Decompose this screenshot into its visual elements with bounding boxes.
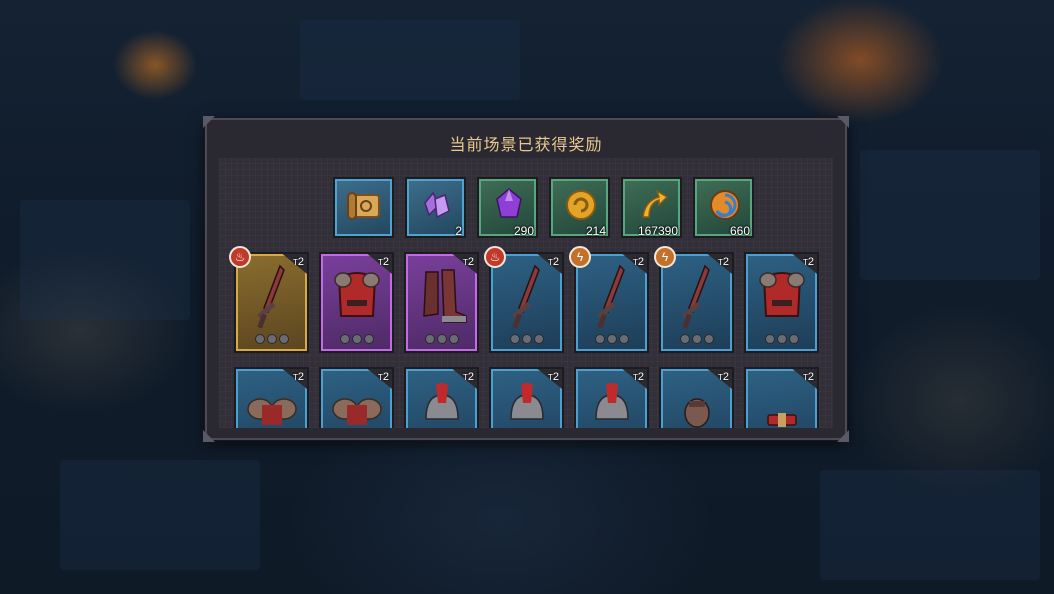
socket-slots [661, 334, 732, 347]
purple-crystal-cluster-icon [424, 191, 450, 219]
reward-item-exp[interactable]: 167390 [621, 177, 682, 238]
belt-icon [767, 413, 797, 427]
helmet-icon [425, 383, 459, 420]
socket-slots [321, 334, 392, 347]
helmet-icon [510, 383, 544, 420]
lightning-element-badge: ϟ [569, 246, 591, 268]
corner-ornament [837, 430, 849, 442]
socket-slots [491, 334, 562, 347]
item-quantity: 290 [513, 224, 534, 238]
chest-armor-icon [334, 272, 380, 317]
orb-icon [710, 190, 740, 220]
shoulder-armor-icon [332, 398, 382, 425]
sword-icon [597, 264, 625, 329]
equipment-card-boots[interactable]: T2 [404, 252, 479, 353]
exp-arrow-icon [642, 189, 669, 218]
lightning-element-badge: ϟ [654, 246, 676, 268]
corner-ornament [203, 116, 215, 128]
equipment-card-helmet[interactable]: T2 [574, 367, 649, 428]
rewards-dialog: 当前场景已获得奖励 2 290 214 167390 660 T2 T2 T2 … [203, 116, 849, 442]
item-quantity: 2 [455, 224, 462, 238]
reward-item-coin[interactable]: 214 [549, 177, 610, 238]
corner-ornament [203, 430, 215, 442]
equipment-card-shoulder-armor[interactable]: T2 [234, 367, 309, 428]
equipment-card-chest-armor[interactable]: T2 [744, 252, 819, 353]
item-quantity: 167390 [637, 224, 678, 238]
corner-ornament [837, 116, 849, 128]
sword-icon [682, 264, 710, 329]
reward-item-orb[interactable]: 660 [693, 177, 754, 238]
reward-item-gem[interactable]: 290 [477, 177, 538, 238]
equipment-card-belt[interactable]: T2 [744, 367, 819, 428]
gold-coin-icon [566, 190, 596, 220]
socket-slots [236, 334, 307, 347]
equipment-card-sword[interactable]: T2 [659, 252, 734, 353]
dialog-title: 当前场景已获得奖励 [449, 137, 603, 154]
socket-slots [406, 334, 477, 347]
shoulder-armor-icon [247, 398, 297, 425]
sword-icon [512, 264, 540, 329]
equipment-card-chest-armor[interactable]: T2 [319, 252, 394, 353]
item-quantity: 660 [729, 224, 750, 238]
helmet-icon [595, 383, 629, 420]
equipment-card-shoulder-armor[interactable]: T2 [319, 367, 394, 428]
fire-element-badge: ♨ [229, 246, 251, 268]
chest-armor-icon [759, 272, 805, 317]
equipment-card-helmet[interactable]: T2 [404, 367, 479, 428]
equipment-card-helmet[interactable]: T2 [489, 367, 564, 428]
rewards-scroll-area[interactable]: 2 290 214 167390 660 T2 T2 T2 T2 T2 T2 T… [219, 158, 833, 428]
reward-item-scroll[interactable] [333, 177, 394, 238]
reward-item-crystal-cluster[interactable]: 2 [405, 177, 466, 238]
equipment-card-sword[interactable]: T2 [234, 252, 309, 353]
item-quantity: 214 [585, 224, 606, 238]
equipment-card-gloves[interactable]: T2 [659, 367, 734, 428]
scroll-icon [347, 192, 380, 220]
boots-icon [423, 269, 467, 323]
gloves-icon [684, 398, 710, 428]
equipment-card-sword[interactable]: T2 [574, 252, 649, 353]
socket-slots [576, 334, 647, 347]
socket-slots [746, 334, 817, 347]
purple-gem-icon [496, 188, 522, 218]
fire-element-badge: ♨ [484, 246, 506, 268]
equipment-card-sword[interactable]: T2 [489, 252, 564, 353]
sword-icon [257, 264, 285, 329]
